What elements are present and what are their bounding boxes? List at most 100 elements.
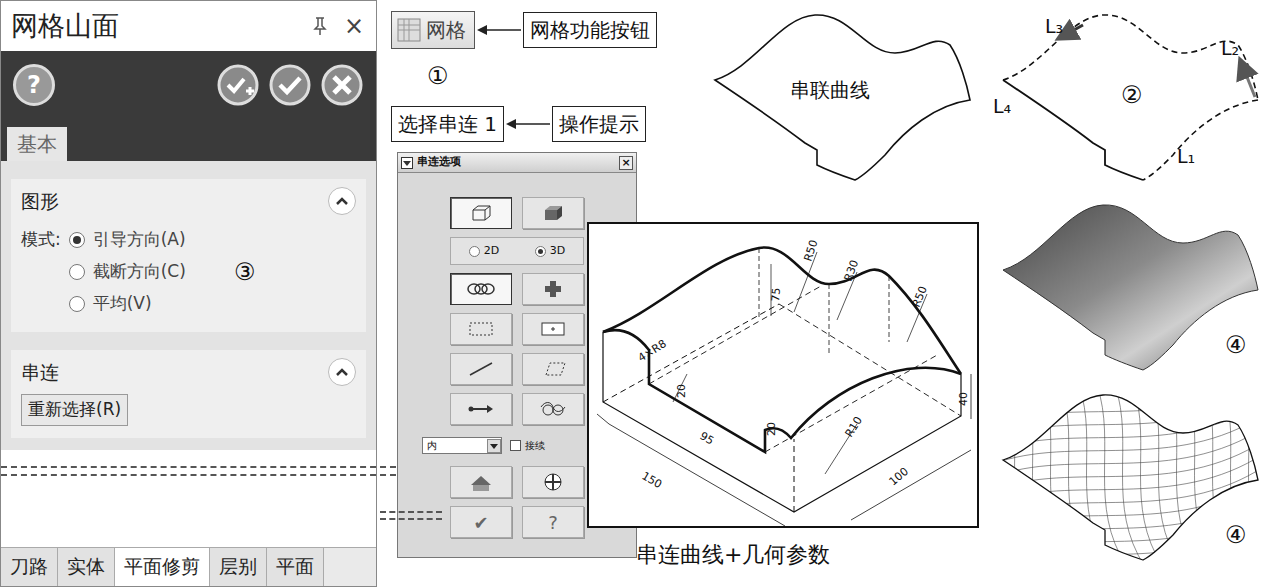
bottom-tab[interactable]: 平面修剪 xyxy=(115,548,210,586)
close-button[interactable]: × xyxy=(344,14,364,38)
cancel-x-icon[interactable] xyxy=(320,63,364,107)
bottom-tab[interactable]: 刀路 xyxy=(1,548,58,586)
checkbox-label: 接续 xyxy=(525,438,545,453)
mode-radio[interactable]: 引导方向(A) xyxy=(69,224,186,256)
annotation-box: 网格功能按钮 xyxy=(523,12,657,48)
chain-tool-button[interactable] xyxy=(450,393,512,425)
panel-blank xyxy=(1,476,376,548)
section-title: 图形 xyxy=(21,187,59,216)
bottom-tab[interactable]: 实体 xyxy=(58,548,115,586)
drawing-caption: 串连曲线+几何参数 xyxy=(636,538,830,571)
step-marker: ① xyxy=(427,58,449,94)
geometry-drawing: R50R3075R504×R820209515010040R10 xyxy=(589,224,977,526)
panel-tab[interactable]: 基本 xyxy=(7,127,67,161)
collapse-button[interactable] xyxy=(328,358,356,386)
dropdown-icon[interactable] xyxy=(487,439,501,453)
dimension-radios: 2D 3D xyxy=(450,237,584,265)
checkbox-box[interactable] xyxy=(510,440,521,451)
radio-circle[interactable] xyxy=(69,232,85,248)
radio-label: 引导方向(A) xyxy=(93,227,186,253)
chain-tool-button[interactable] xyxy=(450,273,512,305)
section-header: 串连 xyxy=(21,358,356,387)
radio-circle[interactable] xyxy=(69,296,85,312)
step-marker: ② xyxy=(1121,81,1143,109)
chain-label: L₂ xyxy=(1221,37,1239,59)
chain-tool-button[interactable] xyxy=(522,353,584,385)
point-icon xyxy=(539,278,567,300)
header-icons: × xyxy=(312,14,364,38)
chained-curves-view: 串联曲线 xyxy=(705,5,977,187)
collapse-button[interactable] xyxy=(328,187,356,215)
options-icon xyxy=(539,471,567,493)
dimension-label: 100 xyxy=(887,465,911,488)
reselect-button[interactable]: 重新选择(R) xyxy=(21,394,128,426)
chain-tool-button[interactable] xyxy=(522,313,584,345)
help-label: ? xyxy=(548,509,558,536)
dimension-label: 20 xyxy=(675,384,688,398)
ok-check-icon[interactable] xyxy=(268,63,312,107)
radio-dot xyxy=(538,249,543,254)
chain-icon xyxy=(467,278,495,300)
area-icon xyxy=(539,318,567,340)
continue-checkbox[interactable]: 接续 xyxy=(510,438,545,453)
chain-tool-button[interactable] xyxy=(450,197,512,229)
help-button[interactable]: ? xyxy=(13,64,55,106)
mode-radio[interactable]: 平均(V) xyxy=(69,288,186,320)
mode-radio[interactable]: 截断方向(C) xyxy=(69,256,186,288)
chain-tool-button[interactable] xyxy=(450,313,512,345)
chain-selection-view: L₃L₂L₄L₁② xyxy=(993,5,1265,187)
chevron-icon xyxy=(335,196,349,206)
menu-icon[interactable] xyxy=(401,157,413,169)
radio-circle[interactable] xyxy=(469,246,480,257)
previous-icon xyxy=(467,471,495,493)
solid-icon xyxy=(539,202,567,224)
chain-tool-button[interactable] xyxy=(522,273,584,305)
annotation-box: 操作提示 xyxy=(552,106,646,142)
drawing-frame: R50R3075R504×R820209515010040R10 xyxy=(587,222,979,528)
dialog-title: 串连选项 xyxy=(417,154,615,171)
chain-tool-button[interactable] xyxy=(450,466,512,498)
arrow-icon xyxy=(475,20,523,40)
bottom-tab[interactable]: 平面 xyxy=(267,548,324,586)
section-title: 串连 xyxy=(21,358,59,387)
chevron-icon xyxy=(335,367,349,377)
mode-select[interactable]: 内 xyxy=(422,437,502,454)
radio-circle[interactable] xyxy=(535,246,546,257)
panel-section: 图形模式:引导方向(A)截断方向(C)平均(V)③ xyxy=(11,179,366,332)
bottom-tab[interactable]: 层别 xyxy=(210,548,267,586)
help-button[interactable]: ? xyxy=(522,506,584,538)
apply-new-icon[interactable] xyxy=(216,63,260,107)
single-icon xyxy=(467,358,495,380)
prompt-box: 选择串连 1 xyxy=(391,106,504,142)
chain-outline: L₃L₂L₄L₁② xyxy=(993,5,1265,187)
radio-label: 平均(V) xyxy=(93,291,152,317)
mode-label: 模式: xyxy=(21,224,61,253)
chain-label: L₁ xyxy=(1177,145,1195,167)
chain-tool-button[interactable] xyxy=(522,197,584,229)
dim-label: 2D xyxy=(484,243,499,260)
pin-icon[interactable] xyxy=(312,16,328,36)
prompt-annotation: 选择串连 1 操作提示 xyxy=(391,106,646,142)
grid-icon xyxy=(396,17,422,43)
chain-tool-button[interactable] xyxy=(522,393,584,425)
radio-label: 截断方向(C) xyxy=(93,259,186,285)
chain-tool-button[interactable] xyxy=(450,353,512,385)
mesh-annotation: 网格 网格功能按钮 xyxy=(391,11,657,49)
section-header: 图形 xyxy=(21,187,356,216)
dimension-label: R50 xyxy=(801,238,820,263)
close-button[interactable]: × xyxy=(619,156,633,170)
dimension-label: R10 xyxy=(843,414,865,439)
panel-tabs: 基本 xyxy=(1,119,376,161)
mesh-button[interactable]: 网格 xyxy=(391,11,475,49)
dim-radio[interactable]: 3D xyxy=(535,243,565,260)
chain-label: L₄ xyxy=(993,95,1012,117)
mesh-surface-panel: 网格山面×?基本图形模式:引导方向(A)截断方向(C)平均(V)③串连重新选择(… xyxy=(0,0,377,587)
break-line xyxy=(380,511,442,520)
bottom-tabs: 刀路实体平面修剪层别平面 xyxy=(1,547,376,586)
dimension-label: 20 xyxy=(765,422,778,436)
chain-tool-button[interactable] xyxy=(522,466,584,498)
ok-button[interactable]: ✔ xyxy=(450,506,512,538)
dimension-label: 75 xyxy=(769,287,783,302)
radio-circle[interactable] xyxy=(69,264,85,280)
dim-radio[interactable]: 2D xyxy=(469,243,499,260)
